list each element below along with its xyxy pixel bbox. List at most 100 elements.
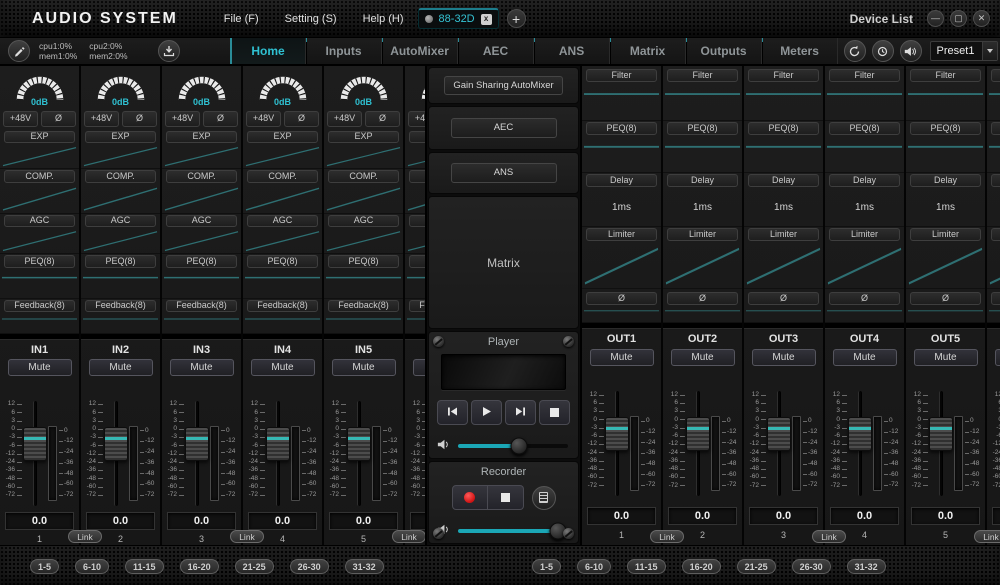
dsp-curve-graph[interactable] bbox=[243, 184, 322, 214]
menu-help[interactable]: Help (H) bbox=[363, 13, 404, 25]
fader-thumb[interactable] bbox=[767, 417, 791, 451]
phase-button[interactable]: Ø bbox=[829, 292, 900, 305]
module-button-exp[interactable]: EXP bbox=[85, 131, 156, 144]
phase-button[interactable]: Ø bbox=[122, 111, 157, 126]
link-button[interactable]: Link bbox=[68, 530, 102, 543]
module-button-delay[interactable]: Delay bbox=[748, 174, 819, 187]
module-button-peq8[interactable]: PEQ(8) bbox=[4, 255, 75, 268]
aec-button[interactable]: AEC bbox=[451, 118, 557, 138]
module-button-filter[interactable]: Filter bbox=[667, 69, 738, 82]
module-button-filter[interactable]: Filter bbox=[910, 69, 981, 82]
dsp-curve-graph[interactable] bbox=[582, 136, 661, 173]
phase-button[interactable]: Ø bbox=[991, 292, 1000, 305]
module-button-peq8[interactable]: PEQ(8) bbox=[247, 255, 318, 268]
phantom-48v-button[interactable]: +48V bbox=[408, 111, 425, 126]
dsp-curve-graph[interactable] bbox=[162, 269, 241, 299]
page-button-16-20[interactable]: 16-20 bbox=[180, 559, 219, 574]
dsp-curve-graph[interactable] bbox=[324, 228, 403, 254]
phantom-48v-button[interactable]: +48V bbox=[246, 111, 281, 126]
phase-button[interactable]: Ø bbox=[365, 111, 400, 126]
add-device-button[interactable]: + bbox=[507, 9, 526, 28]
menu-setting[interactable]: Setting (S) bbox=[285, 13, 337, 25]
dsp-curve-graph[interactable] bbox=[324, 313, 403, 334]
dsp-curve-graph[interactable] bbox=[825, 83, 904, 121]
dsp-curve-graph[interactable] bbox=[0, 228, 79, 254]
phase-button[interactable]: Ø bbox=[910, 292, 981, 305]
module-button-limiter[interactable]: Limiter bbox=[748, 228, 819, 241]
dsp-curve-graph[interactable] bbox=[906, 242, 985, 289]
dsp-curve-graph[interactable] bbox=[0, 144, 79, 169]
device-tab-close-icon[interactable]: x bbox=[481, 14, 492, 25]
fader-thumb[interactable] bbox=[929, 417, 953, 451]
dsp-curve-graph[interactable] bbox=[324, 184, 403, 214]
module-button-comp[interactable]: COMP. bbox=[328, 170, 399, 183]
close-button[interactable]: ✕ bbox=[973, 10, 990, 27]
module-button-delay[interactable]: Delay bbox=[991, 174, 1000, 187]
fader-thumb[interactable] bbox=[104, 427, 128, 461]
dsp-curve-graph[interactable] bbox=[0, 313, 79, 334]
module-button-comp[interactable]: COMP. bbox=[85, 170, 156, 183]
module-button-exp[interactable]: EXP bbox=[166, 131, 237, 144]
fader-thumb[interactable] bbox=[266, 427, 290, 461]
link-button[interactable]: Link bbox=[974, 530, 1000, 543]
dsp-curve-graph[interactable] bbox=[744, 242, 823, 289]
phase-graph[interactable] bbox=[744, 306, 823, 323]
tab-meters[interactable]: Meters bbox=[762, 38, 838, 64]
fader-thumb[interactable] bbox=[686, 417, 710, 451]
dsp-curve-graph[interactable] bbox=[405, 184, 425, 214]
mute-button[interactable]: Mute bbox=[89, 359, 153, 376]
stop-button[interactable] bbox=[539, 400, 570, 425]
phantom-48v-button[interactable]: +48V bbox=[327, 111, 362, 126]
mute-button[interactable]: Mute bbox=[833, 349, 897, 366]
phase-button[interactable]: Ø bbox=[667, 292, 738, 305]
module-button-exp[interactable]: EXP bbox=[4, 131, 75, 144]
dsp-curve-graph[interactable] bbox=[582, 83, 661, 121]
module-button-delay[interactable]: Delay bbox=[910, 174, 981, 187]
mute-master-button[interactable] bbox=[900, 40, 922, 62]
phase-graph[interactable] bbox=[987, 306, 1000, 323]
page-button-6-10[interactable]: 6-10 bbox=[577, 559, 611, 574]
module-button-filter[interactable]: Filter bbox=[829, 69, 900, 82]
mute-button[interactable]: Mute bbox=[752, 349, 816, 366]
mute-button[interactable]: Mute bbox=[332, 359, 396, 376]
dsp-curve-graph[interactable] bbox=[405, 228, 425, 254]
recordings-list-button[interactable] bbox=[532, 486, 556, 510]
page-button-31-32[interactable]: 31-32 bbox=[345, 559, 384, 574]
link-button[interactable]: Link bbox=[230, 530, 264, 543]
dsp-curve-graph[interactable] bbox=[162, 228, 241, 254]
mute-button[interactable]: Mute bbox=[671, 349, 735, 366]
page-button-6-10[interactable]: 6-10 bbox=[75, 559, 109, 574]
module-button-agc[interactable]: AGC bbox=[247, 215, 318, 228]
minimize-button[interactable]: — bbox=[927, 10, 944, 27]
dsp-curve-graph[interactable] bbox=[324, 144, 403, 169]
dsp-curve-graph[interactable] bbox=[243, 228, 322, 254]
player-volume-thumb[interactable] bbox=[510, 438, 527, 455]
dsp-curve-graph[interactable] bbox=[243, 269, 322, 299]
ans-button[interactable]: ANS bbox=[451, 163, 557, 183]
chevron-down-icon[interactable] bbox=[982, 42, 997, 60]
fader-thumb[interactable] bbox=[185, 427, 209, 461]
dsp-curve-graph[interactable] bbox=[906, 83, 985, 121]
maximize-button[interactable]: ▢ bbox=[950, 10, 967, 27]
module-button-limiter[interactable]: Limiter bbox=[991, 228, 1000, 241]
phase-graph[interactable] bbox=[582, 306, 661, 323]
page-button-26-30[interactable]: 26-30 bbox=[792, 559, 831, 574]
module-button-limiter[interactable]: Limiter bbox=[667, 228, 738, 241]
dsp-curve-graph[interactable] bbox=[162, 184, 241, 214]
record-stop-button[interactable] bbox=[488, 485, 524, 510]
module-button-filter[interactable]: Filter bbox=[991, 69, 1000, 82]
phantom-48v-button[interactable]: +48V bbox=[84, 111, 119, 126]
mute-button[interactable]: Mute bbox=[251, 359, 315, 376]
tab-home[interactable]: Home bbox=[230, 38, 306, 64]
module-button-agc[interactable]: AGC bbox=[85, 215, 156, 228]
module-button-feedback8[interactable]: Feedback(8) bbox=[85, 300, 156, 313]
dsp-curve-graph[interactable] bbox=[324, 269, 403, 299]
module-button-peq8[interactable]: PEQ(8) bbox=[85, 255, 156, 268]
page-button-21-25[interactable]: 21-25 bbox=[235, 559, 274, 574]
module-button-feedback8[interactable]: Feedback(8) bbox=[247, 300, 318, 313]
module-button-limiter[interactable]: Limiter bbox=[910, 228, 981, 241]
fader-thumb[interactable] bbox=[347, 427, 371, 461]
page-button-16-20[interactable]: 16-20 bbox=[682, 559, 721, 574]
dsp-curve-graph[interactable] bbox=[582, 242, 661, 289]
module-button-peq8[interactable]: PEQ(8) bbox=[667, 122, 738, 135]
